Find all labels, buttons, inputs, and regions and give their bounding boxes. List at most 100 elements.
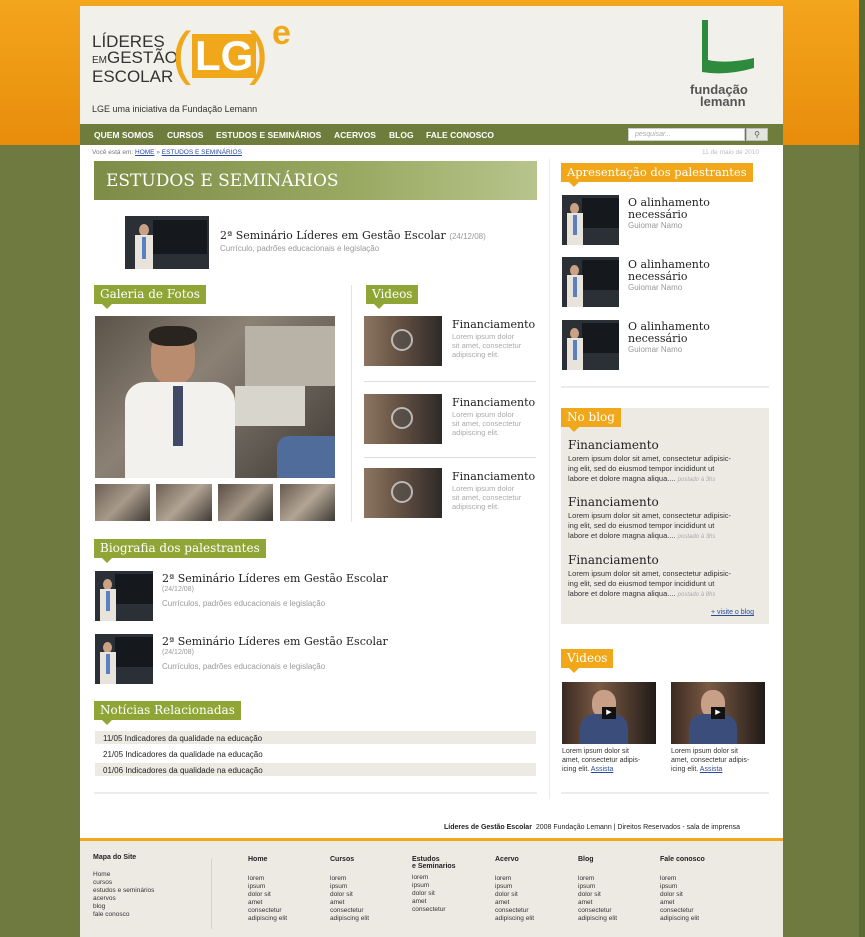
bio-title[interactable]: 2ª Seminário Líderes em Gestão Escolar: [162, 572, 388, 585]
sidebar-divider: [549, 159, 550, 799]
news-heading: Notícias Relacionadas: [94, 701, 241, 720]
sidebar-video-thumbnail[interactable]: ▶: [562, 682, 656, 744]
page-container: LÍDERES EMGESTÃO ESCOLAR ( LG ) e LGE um…: [80, 6, 783, 937]
footer-credit: Líderes de Gestão Escolar 2008 Fundação …: [444, 824, 740, 831]
play-icon: [391, 329, 413, 351]
blog-post-title[interactable]: Financiamento: [568, 495, 659, 509]
logo-line2b: GESTÃO: [107, 48, 178, 67]
visit-blog-link[interactable]: + visite o blog: [711, 609, 754, 616]
sitemap-link[interactable]: cursos: [93, 879, 154, 887]
sitemap-link[interactable]: blog: [93, 903, 154, 911]
play-icon: ▶: [711, 707, 725, 719]
search-icon: ⚲: [754, 130, 760, 139]
page-title-bar: ESTUDOS E SEMINÁRIOS: [94, 161, 537, 200]
fundacao-lemann-logo[interactable]: fundação lemann: [680, 18, 770, 118]
nav-blog[interactable]: BLOG: [389, 130, 414, 140]
play-icon: [391, 481, 413, 503]
gallery-thumb-3[interactable]: [218, 484, 273, 521]
breadcrumb-current[interactable]: ESTUDOS E SEMINÁRIOS: [162, 149, 242, 156]
gallery-heading: Galeria de Fotos: [94, 285, 206, 304]
featured-thumbnail[interactable]: [125, 216, 209, 269]
bio-title[interactable]: 2ª Seminário Líderes em Gestão Escolar: [162, 635, 388, 648]
breadcrumb-home[interactable]: HOME: [135, 149, 155, 156]
bio-thumbnail[interactable]: [95, 634, 153, 684]
bio-thumbnail[interactable]: [95, 571, 153, 621]
news-item[interactable]: 21/05 Indicadores da qualidade na educaç…: [95, 747, 536, 760]
blog-post-title[interactable]: Financiamento: [568, 553, 659, 567]
bio-heading: Biografia dos palestrantes: [94, 539, 266, 558]
sitemap-link[interactable]: estudos e seminários: [93, 887, 154, 895]
news-item[interactable]: 11/05 Indicadores da qualidade na educaç…: [95, 731, 536, 744]
bio-desc: Currículos, padrões educacionais e legis…: [162, 662, 326, 671]
gallery-thumb-2[interactable]: [156, 484, 212, 521]
breadcrumb: Você está em: HOME » ESTUDOS E SEMINÁRIO…: [92, 149, 242, 156]
search-button[interactable]: ⚲: [746, 128, 768, 141]
logo-mark: ( LG ) e: [172, 14, 291, 86]
video-item[interactable]: Financiamento Lorem ipsum dolor sit amet…: [364, 394, 536, 454]
gallery-main-photo[interactable]: [95, 316, 335, 478]
video-item[interactable]: Financiamento Lorem ipsum dolor sit amet…: [364, 468, 536, 528]
play-icon: [391, 407, 413, 429]
lemann-leaf-icon: [702, 20, 754, 74]
blog-post-title[interactable]: Financiamento: [568, 438, 659, 452]
nav-fale-conosco[interactable]: FALE CONOSCO: [426, 130, 494, 140]
sitemap-link[interactable]: fale conosco: [93, 911, 154, 919]
speaker-thumbnail[interactable]: [562, 257, 619, 307]
logo-line2a: EM: [92, 55, 107, 66]
search-input[interactable]: pesquisar...: [628, 128, 745, 141]
video-title: Financiamento: [452, 396, 536, 409]
main-bottom-rule: [94, 792, 537, 794]
video-thumbnail[interactable]: [364, 316, 442, 366]
partner-line2: lemann: [700, 94, 746, 109]
video-title: Financiamento: [452, 318, 536, 331]
footer-column: Fale conosco lorem ipsum dolor sit amet cons…: [660, 856, 705, 922]
speaker-thumbnail[interactable]: [562, 320, 619, 370]
videos-heading: Videos: [366, 285, 419, 304]
bio-date: (24/12/08): [162, 649, 194, 656]
gallery-thumb-4[interactable]: [280, 484, 335, 521]
blog-heading: No blog: [561, 408, 621, 427]
nav-quem-somos[interactable]: QUEM SOMOS: [94, 130, 154, 140]
tagline: LGE uma iniciativa da Fundação Lemann: [92, 104, 258, 114]
footer-column: Home lorem ipsum dolor sit amet consectetur a…: [248, 856, 288, 922]
sidebar-video-thumbnail[interactable]: ▶: [671, 682, 765, 744]
featured-title[interactable]: 2ª Seminário Líderes em Gestão Escolar (…: [220, 229, 486, 242]
logo-line3: ESCOLAR: [92, 67, 174, 86]
speakers-heading: Apresentação dos palestrantes: [561, 163, 753, 182]
post-meta: postado à 3hs: [677, 477, 716, 483]
gallery-thumb-1[interactable]: [95, 484, 150, 521]
column-divider: [351, 285, 352, 522]
nav-acervos[interactable]: ACERVOS: [334, 130, 376, 140]
nav-estudos[interactable]: ESTUDOS E SEMINÁRIOS: [216, 130, 321, 140]
watch-link[interactable]: Assista: [591, 766, 614, 773]
footer-column: Acervo lorem ipsum dolor sit amet consectetu…: [495, 856, 535, 922]
speaker-name: Guiomar Namo: [628, 283, 683, 292]
right-edge-strip: [859, 0, 865, 937]
play-icon: ▶: [602, 707, 616, 719]
main-nav: QUEM SOMOS CURSOS ESTUDOS E SEMINÁRIOS A…: [80, 124, 783, 145]
video-thumbnail[interactable]: [364, 468, 442, 518]
speaker-name: Guiomar Namo: [628, 221, 683, 230]
speaker-name: Guiomar Namo: [628, 345, 683, 354]
post-meta: postado à 8hs: [677, 592, 716, 598]
post-meta: postado à 3hs: [677, 534, 716, 540]
footer-column: Estudos e Seminarios lorem ipsum dolor sit…: [412, 856, 456, 913]
bio-date: (24/12/08): [162, 586, 194, 593]
bio-desc: Currículos, padrões educacionais e legis…: [162, 599, 326, 608]
sitemap-link[interactable]: Home: [93, 871, 154, 879]
current-date: 11 de maio de 2010: [702, 149, 759, 156]
nav-cursos[interactable]: CURSOS: [167, 130, 203, 140]
footer-sitemap: Mapa do Site Home cursos estudos e semin…: [80, 841, 783, 937]
footer-column: Cursos lorem ipsum dolor sit amet consectetu…: [330, 856, 370, 922]
watch-link[interactable]: Assista: [700, 766, 723, 773]
news-item[interactable]: 01/06 Indicadores da qualidade na educaç…: [95, 763, 536, 776]
video-thumbnail[interactable]: [364, 394, 442, 444]
speaker-thumbnail[interactable]: [562, 195, 619, 245]
sidebar-videos-heading: Videos: [561, 649, 614, 668]
lge-logo[interactable]: LÍDERES EMGESTÃO ESCOLAR ( LG ) e LGE um…: [92, 14, 292, 114]
footer-column: Blog lorem ipsum dolor sit amet consectetur a…: [578, 856, 618, 922]
video-item[interactable]: Financiamento Lorem ipsum dolor sit amet…: [364, 316, 536, 376]
sitemap-link[interactable]: acervos: [93, 895, 154, 903]
featured-desc: Currículo, padrões educacionais e legisl…: [220, 244, 380, 253]
video-title: Financiamento: [452, 470, 536, 483]
